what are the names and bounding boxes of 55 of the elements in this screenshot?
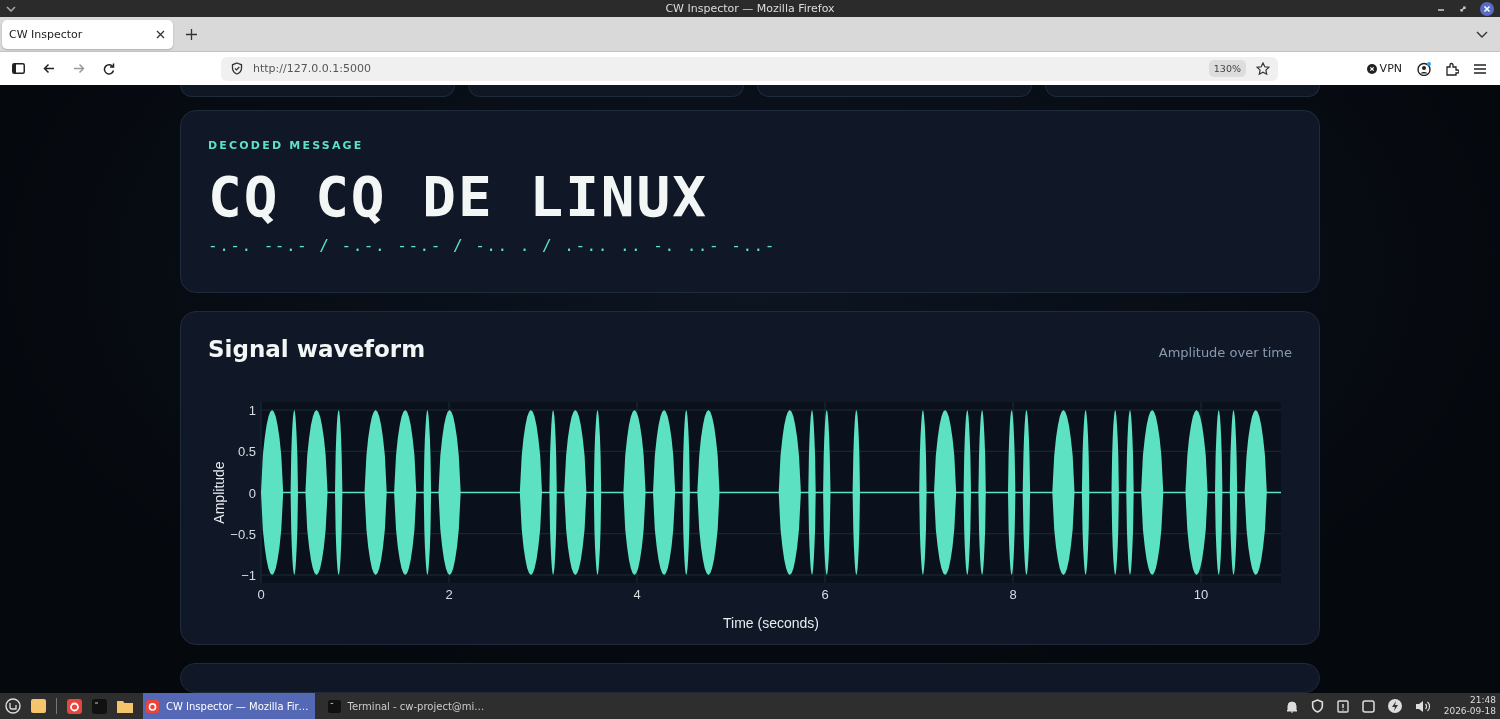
taskbar-window-button[interactable]: Terminal - cw-project@mi… — [324, 693, 491, 719]
folder-icon[interactable] — [117, 699, 133, 713]
axis-tick-label: −0.5 — [230, 526, 256, 542]
morse-code-text: -.-. --.- / -.-. --.- / -.. . / .-.. .. -. ..- -..- — [208, 235, 776, 255]
window-title: CW Inspector — Mozilla Firefox — [665, 2, 835, 15]
close-icon[interactable] — [156, 29, 165, 39]
extensions-icon[interactable] — [1446, 61, 1459, 76]
menu-icon[interactable] — [1474, 63, 1486, 74]
axis-tick-label: −1 — [241, 567, 256, 583]
clock-date[interactable]: 2026-09-18 — [1443, 706, 1496, 717]
axis-tick-label: 4 — [633, 586, 641, 602]
maximize-icon[interactable] — [1458, 3, 1468, 14]
axis-tick-label: 0 — [248, 485, 256, 501]
chevron-icon[interactable] — [6, 5, 16, 12]
bell-icon[interactable] — [1285, 699, 1298, 713]
chevron-icon[interactable] — [1476, 30, 1488, 38]
lightning-icon[interactable] — [1387, 699, 1402, 713]
browser-icon[interactable] — [67, 698, 82, 714]
axis-tick-label: 1 — [248, 402, 256, 418]
back-arrow-icon[interactable] — [43, 63, 55, 74]
zoom-badge[interactable]: 130% — [1208, 60, 1246, 77]
axis-title: Time (seconds) — [723, 614, 819, 631]
decoded-text: CQ CQ DE LINUX — [208, 166, 708, 228]
sidebar-icon[interactable] — [12, 63, 25, 74]
start-menu-icon[interactable] — [5, 698, 21, 714]
taskbar-window-button[interactable]: CW Inspector — Mozilla Fir… — [143, 693, 315, 719]
star-icon[interactable] — [1256, 61, 1270, 76]
card-subtitle: Amplitude over time — [1158, 344, 1292, 360]
card-title: Signal waveform — [208, 335, 426, 362]
clock-time[interactable]: 21:48 — [1470, 695, 1496, 706]
window-icon[interactable] — [1361, 699, 1375, 713]
shield-icon[interactable] — [1310, 699, 1324, 713]
terminal-icon — [327, 699, 341, 713]
axis-tick-label: 8 — [1009, 586, 1017, 602]
close-icon[interactable] — [1480, 1, 1494, 16]
section-label: DECODED MESSAGE — [208, 139, 364, 152]
axis-tick-label: 6 — [821, 586, 829, 602]
address-bar[interactable]: http://127.0.0.1:5000 130% — [221, 56, 1278, 81]
volume-icon[interactable] — [1414, 699, 1431, 713]
axis-tick-label: 2 — [445, 586, 453, 602]
clipboard-icon[interactable] — [1336, 699, 1349, 713]
browser-icon — [146, 699, 159, 713]
axis-tick-label: 10 — [1193, 586, 1209, 602]
forward-arrow-icon[interactable] — [73, 63, 85, 74]
account-icon[interactable] — [1417, 61, 1431, 76]
browser-tab[interactable]: CW Inspector — [2, 19, 173, 49]
axis-title: Amplitude — [211, 460, 227, 524]
plus-icon[interactable] — [186, 28, 197, 40]
terminal-icon[interactable] — [92, 698, 107, 714]
axis-tick-label: 0.5 — [237, 443, 256, 459]
vpn-button[interactable]: VPN — [1366, 62, 1402, 75]
vpn-status-icon — [1366, 63, 1377, 74]
reload-icon[interactable] — [103, 62, 115, 75]
shield-icon — [231, 62, 243, 75]
axis-tick-label: 0 — [257, 586, 265, 602]
